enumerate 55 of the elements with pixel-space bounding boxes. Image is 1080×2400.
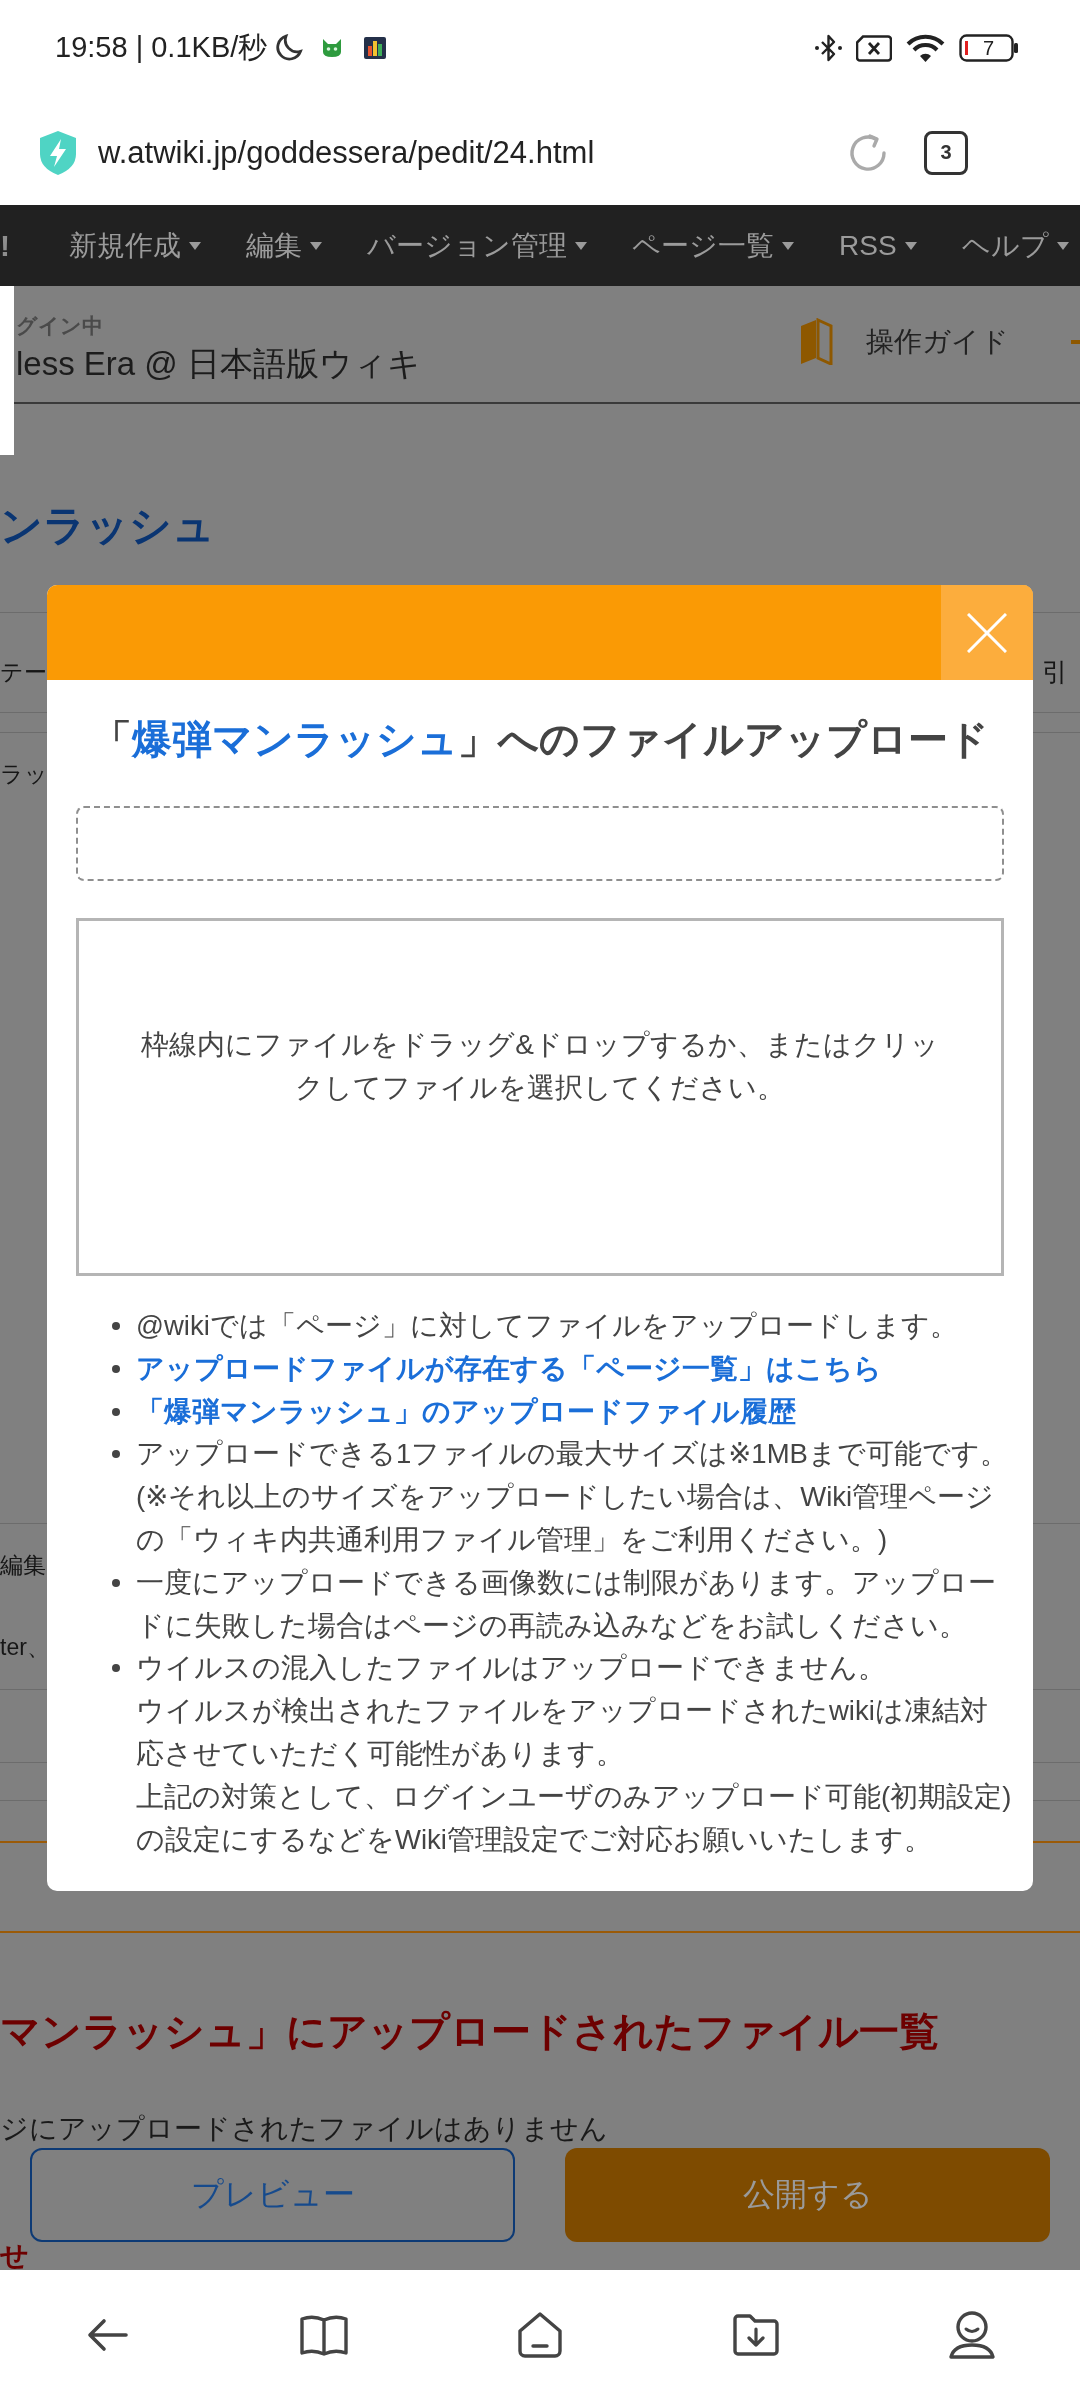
bullet-icon <box>112 1450 120 1459</box>
app-icon <box>364 37 387 59</box>
nav-menu-item[interactable]: 新規作成 <box>69 226 201 265</box>
note-text: ウイルスの混入したファイルはアップロードできません。 ウイルスが検出されたファイルをアップロードされたwikiは凍結対応させていただく可能性があります。 上記の対策として、ログインユーザのみアップロード可能(初期設定)の設定にするなどをWiki管理設定でご対応お願いいたします。 <box>136 1651 1012 1857</box>
caret-icon <box>1056 241 1069 250</box>
tab-label-fragment: テー <box>0 658 47 687</box>
guide-link[interactable]: 操作ガイド <box>866 322 1009 361</box>
caret-icon <box>904 241 917 250</box>
bullet-icon <box>112 1364 120 1373</box>
battery-icon <box>959 34 1019 62</box>
nav-menu-item[interactable]: 編集 <box>246 226 322 265</box>
bullet-icon <box>112 1407 120 1416</box>
site-title[interactable]: less Era @ 日本語版ウィキ <box>16 342 422 386</box>
profile-icon[interactable] <box>946 2309 998 2361</box>
tab-label-fragment: 引 <box>1042 656 1069 689</box>
page-title: ンラッシュ <box>0 502 215 550</box>
nav-menu-item[interactable]: ページ一覧 <box>632 226 794 265</box>
status-time: 19:58 | 0.1KB/秒 <box>55 30 268 65</box>
dash-icon <box>1071 339 1080 344</box>
caret-icon <box>575 241 587 250</box>
logo-fragment: ! <box>0 228 11 263</box>
nav-menu-item[interactable]: バージョン管理 <box>367 226 587 265</box>
address-bar-url[interactable]: w.atwiki.jp/goddessera/pedit/24.html <box>98 134 595 171</box>
bullet-icon <box>112 1664 120 1673</box>
close-icon <box>967 612 1007 653</box>
drop-zone-text: 枠線内にファイルをドラッグ&ドロップするか、またはクリックしてファイルを選択してください。 <box>140 1028 940 1105</box>
moon-icon <box>275 33 305 63</box>
nav-menu-item[interactable]: RSS <box>839 229 917 262</box>
text-fragment: ter、 <box>0 1633 50 1662</box>
book-icon <box>799 318 833 365</box>
caret-icon <box>310 241 322 250</box>
note-text: アップロードできる1ファイルの最大サイズは※1MBまで可能です。 (※それ以上のサイズをアップロードしたい場合は、Wiki管理ページの「ウィキ内共通利用ファイル管理」をご利用ください。) <box>136 1437 1009 1557</box>
nav-menu-item[interactable]: ヘルプ <box>961 226 1069 265</box>
note-text: 一度にアップロードできる画像数には制限があります。アップロードに失敗した場合はページの再読み込みなどをお試しください。 <box>136 1565 997 1643</box>
sim-x-icon <box>856 34 892 62</box>
note-text: @wikiでは「ページ」に対してファイルをアップロードします。 <box>136 1309 959 1343</box>
upload-link[interactable]: アップロードファイルが存在する「ページ一覧」はこちら <box>136 1347 1012 1391</box>
bullet-icon <box>112 1578 120 1587</box>
file-drop-zone[interactable]: 枠線内にファイルをドラッグ&ドロップするか、またはクリックしてファイルを選択してください。 <box>76 918 1004 1276</box>
dialog-title: 「爆弾マンラッシュ」へのファイルアップロード <box>90 716 990 762</box>
upload-link[interactable]: 「爆弾マンラッシュ」のアップロードファイル履歴 <box>136 1390 1012 1434</box>
text-fragment: ラッ <box>0 760 48 789</box>
cat-icon <box>322 38 343 58</box>
bluetooth-icon <box>814 33 843 63</box>
heading-fragment: せ <box>0 2242 29 2270</box>
caret-icon <box>189 241 201 250</box>
no-files-text: ジにアップロードされたファイルはありません <box>0 2112 608 2146</box>
battery-level-text: 7 <box>983 36 995 61</box>
bullet-icon <box>112 1322 120 1330</box>
page-link[interactable]: 爆弾マンラッシュ <box>131 717 458 761</box>
caret-icon <box>782 241 794 250</box>
wifi-icon <box>905 33 946 63</box>
files-heading: マンラッシュ」にアップロードされたファイル一覧 <box>0 2008 939 2055</box>
tab-count-button[interactable]: 3 <box>924 130 968 175</box>
text-fragment: 編集 <box>0 1551 46 1580</box>
